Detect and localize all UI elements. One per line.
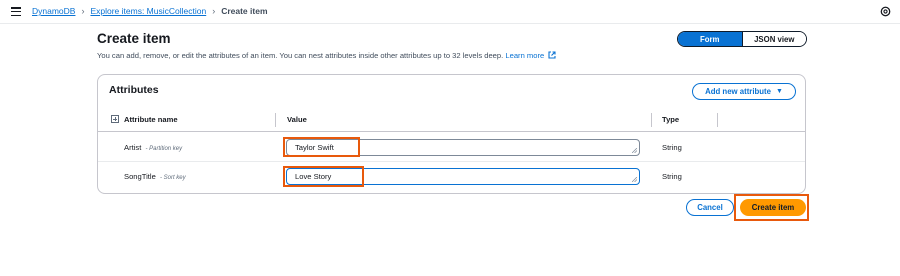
external-link-icon[interactable]	[548, 51, 556, 59]
top-navigation: DynamoDB › Explore items: MusicCollectio…	[0, 0, 900, 24]
add-new-attribute-button[interactable]: Add new attribute ▼	[692, 83, 796, 100]
breadcrumb-dynamodb[interactable]: DynamoDB	[32, 6, 75, 16]
column-value: Value	[287, 115, 307, 124]
highlight-box	[283, 166, 364, 187]
create-item-button[interactable]: Create item	[740, 199, 806, 216]
view-toggle: Form JSON view	[677, 31, 807, 47]
breadcrumb-explore-items[interactable]: Explore items: MusicCollection	[90, 6, 206, 16]
caret-down-icon: ▼	[775, 88, 783, 95]
description-text: You can add, remove, or edit the attribu…	[97, 51, 504, 60]
attribute-name-text: Artist	[124, 143, 142, 152]
attribute-name-artist: Artist - Partition key	[124, 143, 182, 152]
column-type: Type	[662, 115, 680, 124]
resize-handle-icon[interactable]	[632, 148, 637, 153]
highlight-box	[283, 137, 360, 157]
page-description: You can add, remove, or edit the attribu…	[97, 51, 556, 60]
cancel-button[interactable]: Cancel	[686, 199, 734, 216]
attribute-type-songtitle: String	[662, 172, 682, 181]
sort-key-label: - Sort key	[159, 175, 186, 181]
attribute-name-songtitle: SongTitle - Sort key	[124, 172, 186, 181]
attribute-name-text: SongTitle	[124, 172, 156, 181]
breadcrumb-current: Create item	[221, 6, 268, 16]
partition-key-label: - Partition key	[145, 146, 183, 152]
form-view-button[interactable]: Form	[678, 32, 742, 46]
learn-more-link[interactable]: Learn more	[505, 51, 544, 60]
column-divider[interactable]	[275, 113, 276, 127]
settings-icon[interactable]	[880, 6, 891, 17]
expand-all-icon[interactable]	[111, 115, 119, 123]
attributes-title: Attributes	[109, 84, 159, 96]
resize-handle-icon[interactable]	[632, 177, 637, 182]
page-title: Create item	[97, 31, 171, 46]
add-new-attribute-label: Add new attribute	[705, 87, 771, 96]
table-header: Attribute name Value Type	[98, 108, 805, 132]
attribute-type-artist: String	[662, 143, 682, 152]
column-divider[interactable]	[651, 113, 652, 127]
menu-icon[interactable]	[11, 7, 21, 17]
column-attribute-name: Attribute name	[124, 115, 178, 124]
table-row: SongTitle - Sort key Love Story String	[98, 162, 805, 191]
chevron-right-icon: ›	[81, 6, 85, 16]
chevron-right-icon: ›	[212, 6, 216, 16]
table-row: Artist - Partition key Taylor Swift Stri…	[98, 133, 805, 162]
json-view-button[interactable]: JSON view	[741, 32, 806, 46]
column-divider[interactable]	[717, 113, 718, 127]
attributes-panel: Attributes Add new attribute ▼ Attribute…	[97, 74, 806, 194]
breadcrumb: DynamoDB › Explore items: MusicCollectio…	[32, 6, 268, 16]
